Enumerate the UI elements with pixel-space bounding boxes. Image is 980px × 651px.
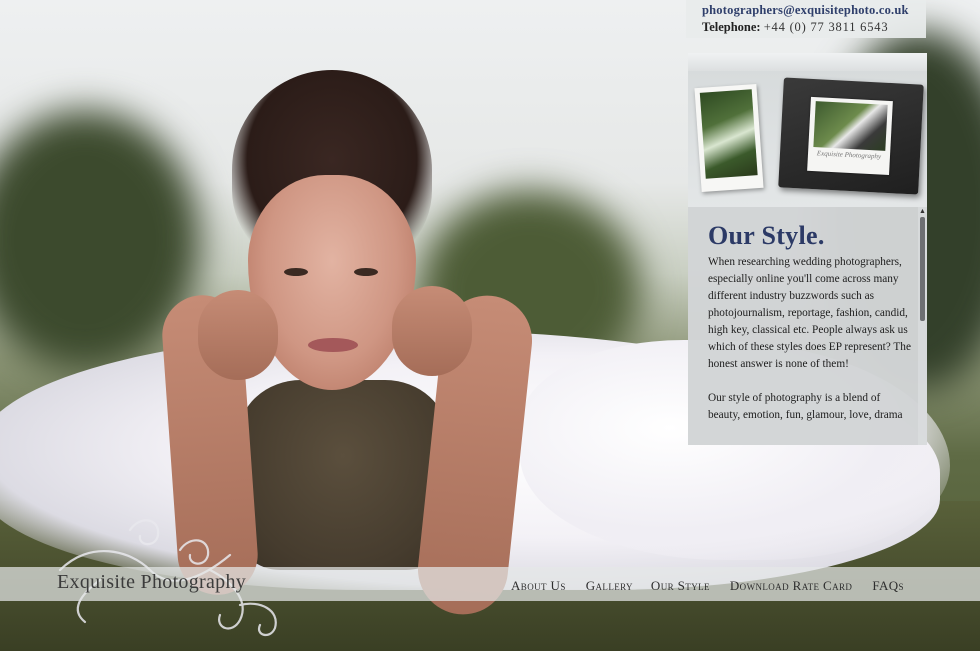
album-cover-caption: Exquisite Photography xyxy=(816,149,882,161)
nav-about-us[interactable]: About Us xyxy=(511,578,566,594)
nav-our-style[interactable]: Our Style xyxy=(651,578,710,594)
panel-top-strip xyxy=(688,53,927,71)
main-nav: About Us Gallery Our Style Download Rate… xyxy=(511,578,904,594)
text-scrollbar[interactable]: ▲ xyxy=(918,207,927,445)
lips xyxy=(308,338,358,352)
left-eye xyxy=(284,268,308,276)
right-eye xyxy=(354,268,378,276)
polaroid-photo xyxy=(694,83,764,193)
nav-faqs[interactable]: FAQs xyxy=(872,578,904,594)
left-hand xyxy=(198,290,278,380)
telephone-number: +44 (0) 77 3811 6543 xyxy=(763,20,889,34)
scroll-thumb[interactable] xyxy=(920,217,925,321)
email-link[interactable]: photographers@exquisitephoto.co.uk xyxy=(702,2,926,19)
brand-logo[interactable]: Exquisite Photography xyxy=(57,571,246,594)
scroll-up-arrow-icon[interactable]: ▲ xyxy=(918,207,927,216)
contact-box: photographers@exquisitephoto.co.uk Telep… xyxy=(686,0,926,38)
right-hand xyxy=(392,286,472,376)
nav-download-rate-card[interactable]: Download Rate Card xyxy=(730,578,852,594)
navigation-bar: Exquisite Photography About Us Gallery O… xyxy=(0,567,980,601)
paragraph-2: Our style of photography is a blend of b… xyxy=(708,392,903,421)
album-cover-image xyxy=(813,101,888,151)
our-style-panel: Exquisite Photography Our Style. When re… xyxy=(688,53,927,445)
section-heading: Our Style. xyxy=(708,221,825,250)
album-showcase: Exquisite Photography xyxy=(688,71,927,207)
telephone-line: Telephone: +44 (0) 77 3811 6543 xyxy=(702,19,926,36)
paragraph-1: When researching wedding photographers, … xyxy=(708,256,911,370)
telephone-label: Telephone: xyxy=(702,20,761,34)
polaroid-image xyxy=(699,89,758,179)
section-body: When researching wedding photographers, … xyxy=(708,254,914,441)
album-cover-photo: Exquisite Photography xyxy=(807,96,893,176)
nav-gallery[interactable]: Gallery xyxy=(586,578,633,594)
album-book: Exquisite Photography xyxy=(778,77,924,195)
